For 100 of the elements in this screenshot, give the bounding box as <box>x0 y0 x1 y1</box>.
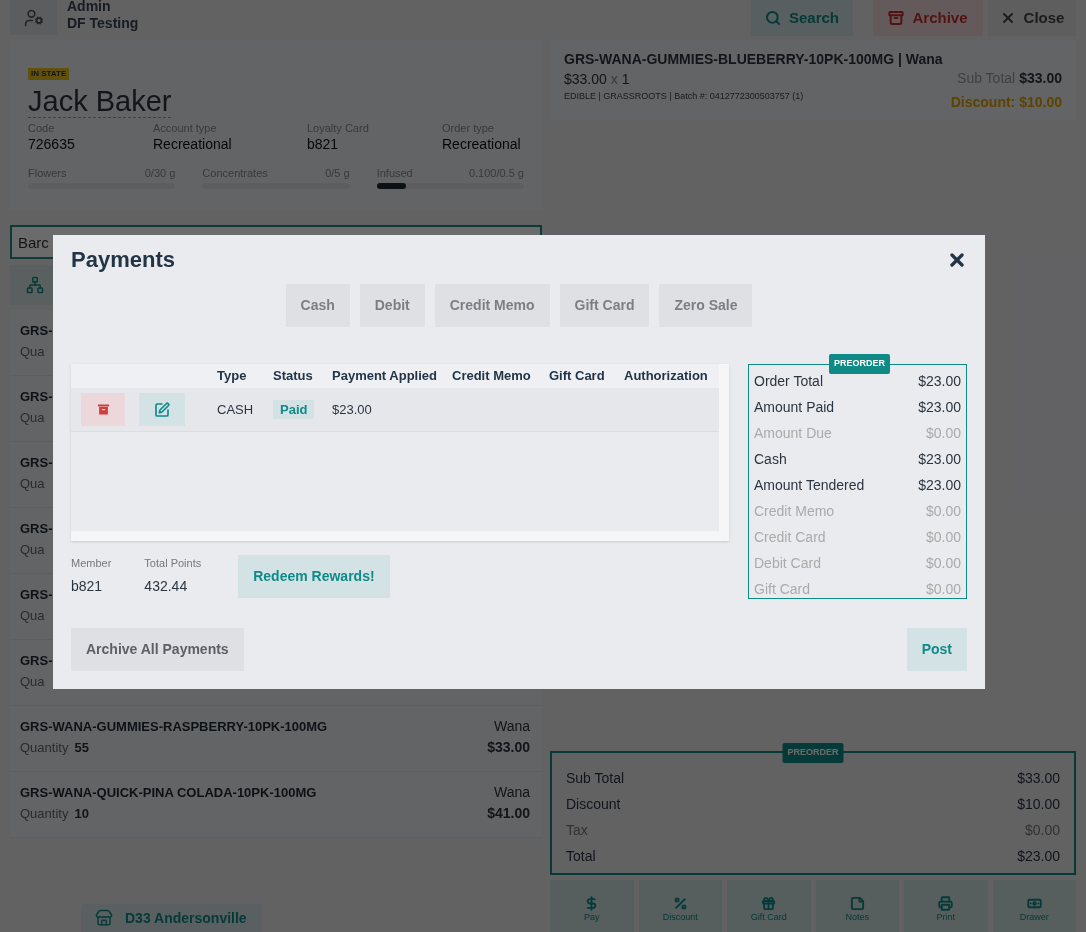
quantity-label: Qua <box>20 409 45 427</box>
post-button[interactable]: Post <box>906 628 967 671</box>
member-label: Member <box>71 556 112 571</box>
payment-method-button[interactable]: Credit Memo <box>434 284 550 327</box>
total-label: Sub Total <box>566 769 625 788</box>
item-details: EDIBLE | GRASSROOTS | Batch #: 0412772300503757 (1) <box>564 90 805 103</box>
archive-button[interactable]: Archive <box>873 0 983 36</box>
quantity-label: Qua <box>20 541 45 559</box>
brand-name: Wana <box>493 717 530 736</box>
edit-icon <box>154 401 170 418</box>
summary-label: Credit Card <box>754 528 826 547</box>
total-value: $23.00 <box>1017 847 1060 866</box>
table-cell-text: $23.00 <box>332 400 373 419</box>
quantity-label: Quantity <box>20 739 69 757</box>
summary-label: Credit Memo <box>754 502 835 521</box>
summary-label: Amount Tendered <box>754 476 865 495</box>
store-icon <box>95 909 113 927</box>
summary-value: $0.00 <box>925 424 961 443</box>
archive-all-payments-button[interactable]: Archive All Payments <box>71 628 244 671</box>
action-icon <box>849 895 865 911</box>
column-header: Authorization <box>624 367 709 386</box>
status-badge: Paid <box>273 399 315 419</box>
quantity-value: 10 <box>74 805 89 823</box>
summary-label: Amount Paid <box>754 398 835 417</box>
payment-method-button[interactable]: Zero Sale <box>659 284 753 327</box>
column-header: Type <box>217 367 248 386</box>
item-price: $33.00 <box>564 70 607 89</box>
subtotal-value: $33.00 <box>1019 69 1062 88</box>
summary-label: Gift Card <box>754 580 810 599</box>
action-button[interactable]: Notes <box>815 880 899 932</box>
search-button[interactable]: Search <box>751 0 853 36</box>
product-name: GRS- <box>20 586 53 604</box>
product-price: $33.00 <box>487 738 530 757</box>
store-selector[interactable]: D33 Andersonville <box>81 904 262 932</box>
summary-label: Order Total <box>754 372 823 391</box>
box-icon <box>888 10 905 26</box>
product-name: GRS-WANA-GUMMIES-RASPBERRY-10PK-100MG <box>20 718 328 736</box>
quantity-label: Qua <box>20 343 45 361</box>
summary-label: Amount Due <box>754 424 832 443</box>
horizontal-scrollbar[interactable] <box>71 531 729 541</box>
action-icon <box>761 895 777 911</box>
summary-label: Debit Card <box>754 554 821 573</box>
product-name: GRS- <box>20 454 53 472</box>
item-title: GRS-WANA-GUMMIES-BLUEBERRY-10PK-100MG | Wana <box>564 50 943 68</box>
action-button[interactable]: Discount <box>638 880 722 932</box>
archive-payment-button[interactable] <box>81 393 125 426</box>
redeem-rewards-button[interactable]: Redeem Rewards! <box>238 555 390 598</box>
quantity-label: Qua <box>20 607 45 625</box>
summary-value: $0.00 <box>925 528 961 547</box>
column-header: Status <box>273 367 314 386</box>
in-state-badge: IN STATE <box>28 68 70 80</box>
column-header: Payment Applied <box>332 367 438 386</box>
preorder-badge: PREORDER <box>782 743 844 763</box>
product-name: GRS- <box>20 388 53 406</box>
product-name: GRS- <box>20 520 53 538</box>
product-name: GRS- <box>20 322 53 340</box>
quantity-label: Qua <box>20 475 45 493</box>
dialog-title: Payments <box>71 246 175 274</box>
summary-value: $0.00 <box>925 502 961 521</box>
vertical-scrollbar[interactable] <box>719 364 729 531</box>
action-icon <box>672 895 688 911</box>
user-icon <box>23 7 44 28</box>
quantity-label: Quantity <box>20 805 69 823</box>
summary-value: $23.00 <box>918 450 961 469</box>
payment-method-button[interactable]: Gift Card <box>559 284 650 327</box>
hierarchy-icon <box>26 276 44 294</box>
item-qty: 1 <box>621 70 630 89</box>
customer-name: Jack Baker <box>28 85 172 118</box>
total-label: Total <box>566 847 596 866</box>
action-button[interactable]: Pay <box>550 880 634 932</box>
summary-value: $23.00 <box>918 476 961 495</box>
product-price: $41.00 <box>487 804 530 823</box>
action-button[interactable]: Drawer <box>992 880 1076 932</box>
points-value: 432.44 <box>144 576 189 596</box>
action-button[interactable]: Gift Card <box>727 880 811 932</box>
payment-method-button[interactable]: Debit <box>359 284 425 327</box>
column-header: Credit Memo <box>452 367 532 386</box>
quantity-label: Qua <box>20 673 45 691</box>
close-button[interactable]: Close <box>988 0 1076 36</box>
product-name: GRS-WANA-QUICK-PINA COLADA-10PK-100MG <box>20 784 317 802</box>
action-icon <box>938 895 954 911</box>
total-value: $33.00 <box>1017 769 1060 788</box>
total-label: Discount <box>566 795 621 814</box>
summary-value: $0.00 <box>925 580 961 599</box>
column-header: Gift Card <box>549 367 606 386</box>
search-icon <box>764 10 781 26</box>
field-value: Recreational <box>442 136 522 152</box>
field-value: b821 <box>307 136 340 152</box>
summary-label: Cash <box>754 450 787 469</box>
payment-method-button[interactable]: Cash <box>285 284 350 327</box>
box-icon <box>95 402 111 417</box>
brand-name: Wana <box>493 783 530 802</box>
points-label: Total Points <box>144 556 202 571</box>
edit-payment-button[interactable] <box>139 393 185 426</box>
preorder-badge: PREORDER <box>829 354 890 374</box>
field-value: 726635 <box>28 136 76 152</box>
action-button[interactable]: Print <box>904 880 988 932</box>
user-name: Admin <box>67 0 112 15</box>
summary-value: $23.00 <box>918 372 961 391</box>
discount-text: Discount: $10.00 <box>950 93 1062 112</box>
